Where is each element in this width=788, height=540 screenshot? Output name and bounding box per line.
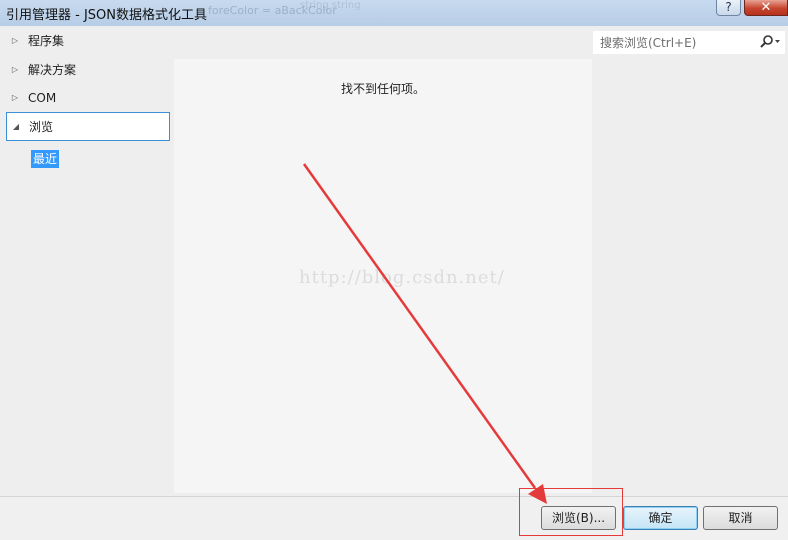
background-code-text-2: string string [300, 0, 361, 11]
help-button[interactable]: ? [716, 0, 741, 16]
sidebar-item-label: 程序集 [28, 34, 65, 48]
close-button[interactable]: ✕ [744, 0, 788, 16]
sidebar-item-browse[interactable]: ◢ 浏览 [6, 112, 170, 141]
results-list: 找不到任何项。 http://blog.csdn.net/ [174, 59, 592, 493]
cancel-button[interactable]: 取消 [703, 506, 778, 530]
collapse-arrow-icon: ◢ [12, 122, 20, 131]
dialog-client-area: ▷ 程序集 ▷ 解决方案 ▷ COM ◢ 浏览 最近 找不到任何项。 http:… [0, 26, 788, 540]
details-panel [592, 26, 788, 496]
expand-arrow-icon: ▷ [11, 93, 19, 102]
browse-button[interactable]: 浏览(B)... [541, 506, 616, 530]
expand-arrow-icon: ▷ [11, 65, 19, 74]
empty-message: 找不到任何项。 [340, 82, 425, 96]
search-box[interactable] [592, 30, 786, 55]
title-bar: 引用管理器 - JSON数据格式化工具 foreColor = aBackCol… [0, 0, 788, 26]
expand-arrow-icon: ▷ [11, 36, 19, 45]
watermark-text: http://blog.csdn.net/ [299, 267, 505, 288]
search-icon[interactable] [759, 34, 781, 50]
sidebar-item-assemblies[interactable]: ▷ 程序集 [6, 27, 170, 54]
sidebar-item-solution[interactable]: ▷ 解决方案 [6, 56, 170, 83]
dialog-footer: 浏览(B)... 确定 取消 [0, 496, 788, 540]
sidebar-item-com[interactable]: ▷ COM [6, 84, 170, 111]
sidebar-item-label: COM [28, 90, 57, 105]
search-input[interactable] [598, 34, 762, 51]
sidebar-item-label: 解决方案 [28, 63, 77, 77]
ok-button[interactable]: 确定 [623, 506, 698, 530]
window-title: 引用管理器 - JSON数据格式化工具 [6, 8, 207, 23]
sidebar: ▷ 程序集 ▷ 解决方案 ▷ COM ◢ 浏览 最近 [0, 26, 174, 496]
sidebar-subitem-recent[interactable]: 最近 [31, 150, 60, 168]
sidebar-item-label: 浏览 [29, 120, 54, 134]
